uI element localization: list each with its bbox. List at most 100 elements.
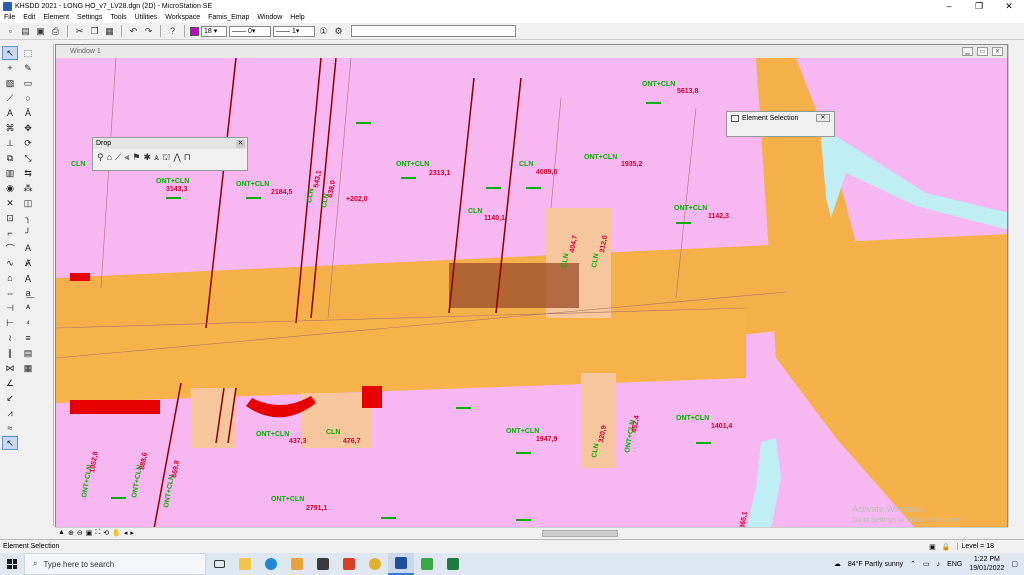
network-icon[interactable]: ▭	[923, 560, 930, 568]
tray-chevron-icon[interactable]: ⌃	[910, 560, 916, 568]
save-icon[interactable]: ▣	[34, 25, 47, 38]
pan-view-icon[interactable]: ✋	[112, 529, 121, 537]
view-close-button[interactable]: ✕	[992, 47, 1003, 56]
shape-tool-icon[interactable]: ⌂	[2, 271, 18, 285]
cadastral-map[interactable]: CLN ONT+CLN 3143,3 ONT+CLN 2184,5 CLN 54…	[56, 58, 1008, 528]
drop-shared-cell-icon[interactable]: ⛫	[162, 152, 170, 164]
chain-tool-icon[interactable]: ⋈	[2, 361, 18, 375]
rotate-tool-icon[interactable]: ⟳	[20, 136, 36, 150]
drop-complex-icon[interactable]: ⌂	[107, 152, 112, 164]
drop-line-string-icon[interactable]: ⟋	[115, 152, 121, 164]
bspline-tool-icon[interactable]: ≀	[2, 331, 18, 345]
view-previous-icon[interactable]: ◂	[124, 529, 128, 537]
menu-element[interactable]: Element	[39, 14, 73, 21]
key-in-field[interactable]	[351, 25, 516, 37]
help-icon[interactable]: ?	[166, 25, 179, 38]
zoom-out-icon[interactable]: ⊖	[77, 529, 83, 537]
place-line-tool-icon[interactable]: ⟋	[2, 91, 18, 105]
open-folder-icon[interactable]: ▤	[19, 25, 32, 38]
taskbar-app-task-view[interactable]	[206, 553, 232, 575]
curve-tool-icon[interactable]: ∿	[2, 256, 18, 270]
vertex-tool-icon[interactable]: ⌐	[2, 226, 18, 240]
menu-famis-emap[interactable]: Famis_Emap	[204, 14, 253, 21]
drop-element-icon[interactable]: ⚲	[97, 152, 104, 164]
undo-icon[interactable]: ↶	[127, 25, 140, 38]
taskbar-app-store[interactable]	[310, 553, 336, 575]
taskbar-app-edge[interactable]	[258, 553, 284, 575]
taskbar-app-explorer[interactable]	[232, 553, 258, 575]
rotate-view-icon[interactable]: ⟲	[103, 529, 109, 537]
view-horizontal-scrollbar[interactable]: ▲ ⊕ ⊖ ▣ ⛶ ⟲ ✋ ◂ ▸	[55, 527, 1008, 538]
start-button[interactable]	[0, 553, 24, 575]
view-maximize-button[interactable]: ▭	[977, 47, 988, 56]
element-selection-close-icon[interactable]: ✕	[816, 114, 830, 122]
trim-tool-icon[interactable]: ⊣	[2, 301, 18, 315]
view-tool-icon[interactable]: ◫	[20, 196, 36, 210]
zigzag-tool-icon[interactable]: ⩘	[2, 406, 18, 420]
update-view-icon[interactable]: ▲	[58, 529, 65, 537]
view-vertical-scrollbar[interactable]	[1008, 44, 1024, 527]
menu-help[interactable]: Help	[286, 14, 308, 21]
maximize-button[interactable]: ❐	[964, 0, 994, 12]
offset-tool-icon[interactable]: ∥	[2, 346, 18, 360]
line-weight-select[interactable]: —— 1 ▾	[273, 25, 315, 37]
menu-workspace[interactable]: Workspace	[161, 14, 204, 21]
cell-tool-icon[interactable]: ⌘	[2, 121, 18, 135]
text-fit-tool-icon[interactable]: Ａ	[20, 271, 36, 285]
menu-window[interactable]: Window	[253, 14, 286, 21]
print-icon[interactable]: ⎙	[49, 25, 62, 38]
active-color-swatch[interactable]	[190, 26, 199, 36]
level-display-icon[interactable]: ①	[317, 25, 330, 38]
new-file-icon[interactable]: ▫	[4, 25, 17, 38]
text-rotate-tool-icon[interactable]: Ⱥ	[20, 256, 36, 270]
pattern-tool-icon[interactable]: ◉	[2, 181, 18, 195]
line-style-select[interactable]: —— 0 ▾	[229, 25, 271, 37]
cut-icon[interactable]: ✂	[73, 25, 86, 38]
taskbar-app-mail[interactable]	[336, 553, 362, 575]
menu-utilities[interactable]: Utilities	[131, 14, 162, 21]
minimize-button[interactable]: –	[934, 0, 964, 12]
place-point-tool-icon[interactable]: +	[2, 61, 18, 75]
menu-tools[interactable]: Tools	[106, 14, 130, 21]
wave-tool-icon[interactable]: ≈	[2, 421, 18, 435]
drop-mline-icon[interactable]: ⊓	[184, 152, 191, 164]
chamfer-tool-icon[interactable]: ╯	[20, 226, 36, 240]
circle-tool-icon[interactable]: ○	[20, 91, 36, 105]
text-edit-tool-icon[interactable]: Ā	[20, 106, 36, 120]
notifications-icon[interactable]: ▢	[1011, 560, 1018, 568]
drop-pattern-icon[interactable]: ✱	[144, 152, 152, 164]
measure-tool-icon[interactable]: ▧	[2, 76, 18, 90]
weather-icon[interactable]: ☁	[834, 560, 841, 568]
move-tool-icon[interactable]: ✥	[20, 121, 36, 135]
menu-edit[interactable]: Edit	[19, 14, 39, 21]
element-selection-header[interactable]: Element Selection ✕	[727, 112, 834, 124]
lock-icon[interactable]: 🔒	[942, 543, 951, 551]
close-button[interactable]: ✕	[994, 0, 1024, 12]
modify-tool-icon[interactable]: ⟂	[2, 136, 18, 150]
delete-element-tool-icon[interactable]: ✕	[2, 196, 18, 210]
horizontal-scroll-thumb[interactable]	[542, 530, 618, 537]
drop-association-icon[interactable]: ⚑	[132, 152, 140, 164]
taskbar-app-chrome[interactable]	[362, 553, 388, 575]
annotation-tool-icon[interactable]: ⁴	[20, 316, 36, 330]
view-window[interactable]: Window 1 ▁ ▭ ✕ CLN ONT+CLN 3143,3 ONT+CL…	[55, 44, 1008, 528]
fit-view-icon[interactable]: ⛶	[95, 529, 100, 537]
menu-settings[interactable]: Settings	[73, 14, 106, 21]
volume-icon[interactable]: ♪	[937, 561, 941, 568]
scale-tool-icon[interactable]: ⤡	[20, 151, 36, 165]
drop-tool-palette[interactable]: Drop ✕ ⚲ ⌂ ⟋ ⫷ ⚑ ✱ ⩓ ⛫ ⋀ ⊓	[92, 137, 248, 171]
taskbar-app-files[interactable]	[284, 553, 310, 575]
taskbar-app-microstation[interactable]	[388, 553, 414, 575]
copy-icon[interactable]: ❐	[88, 25, 101, 38]
arc-tool-icon[interactable]: ⌒	[2, 241, 18, 255]
fence-tool-icon[interactable]: ▥	[2, 166, 18, 180]
list-tool-icon[interactable]: ≡	[20, 331, 36, 345]
drop-tool-icon[interactable]: ⊡	[2, 211, 18, 225]
view-next-icon[interactable]: ▸	[130, 529, 134, 537]
note-tool-icon[interactable]: ᴬ	[20, 301, 36, 315]
view-minimize-button[interactable]: ▁	[962, 47, 973, 56]
text-tool-icon[interactable]: A	[20, 241, 36, 255]
fence-select-tool-icon[interactable]: ⬚	[20, 46, 36, 60]
drop-palette-header[interactable]: Drop ✕	[93, 138, 247, 149]
taskbar-clock[interactable]: 1:22 PM 19/01/2022	[969, 555, 1004, 573]
